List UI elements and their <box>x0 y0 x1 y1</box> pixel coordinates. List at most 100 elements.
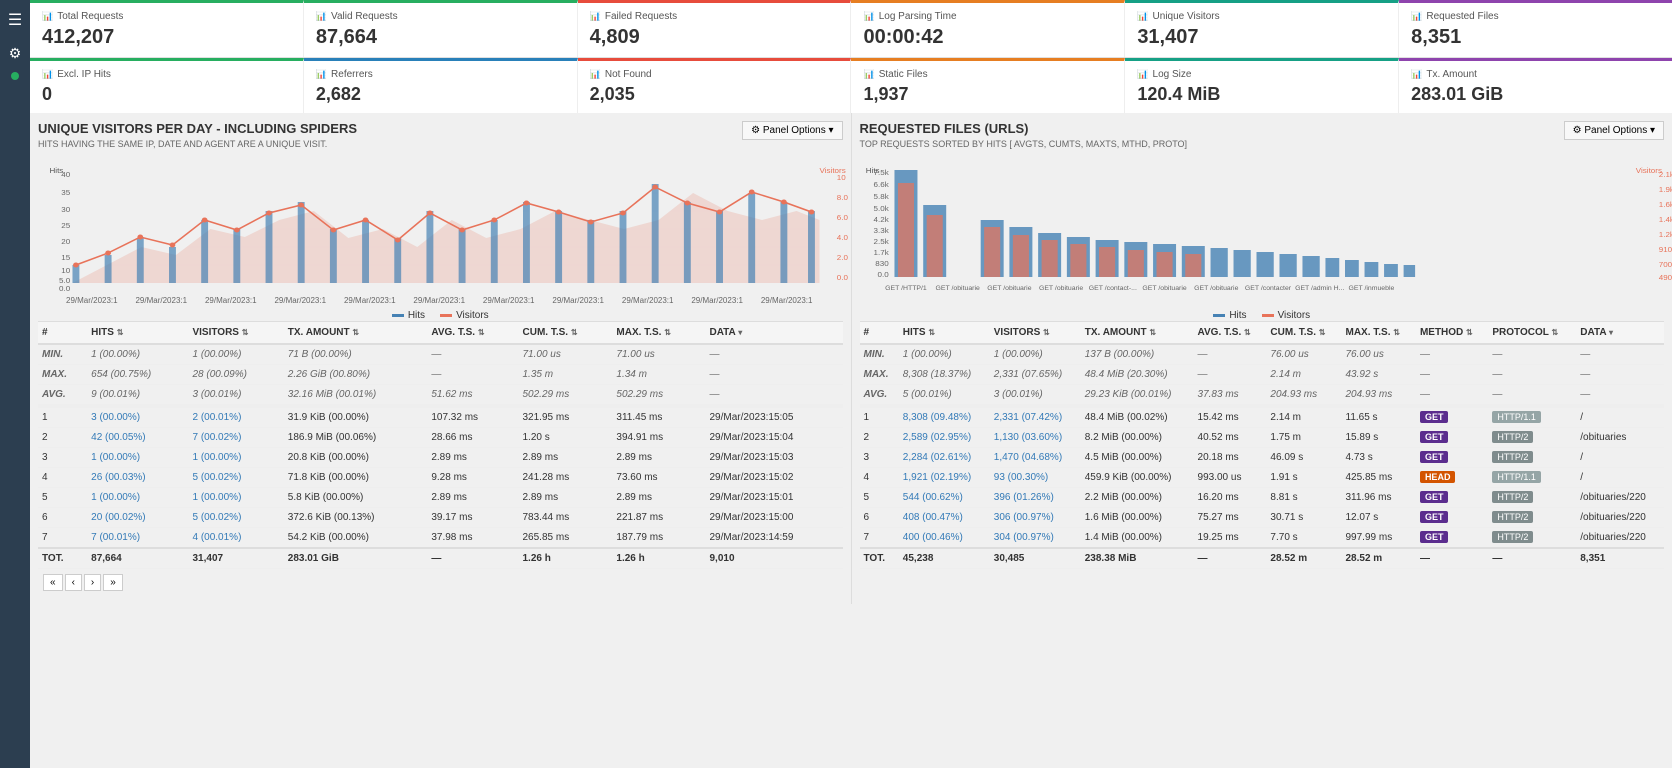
content-area: UNIQUE VISITORS PER DAY - INCLUDING SPID… <box>30 113 1672 604</box>
svg-text:4.2k: 4.2k <box>873 216 888 224</box>
stat-card-not-found: 📊 Not Found2,035 <box>578 58 852 113</box>
visitors-max-row: MAX.654 (00.75%)28 (00.09%)2.26 GiB (00.… <box>38 365 843 385</box>
stat-card-valid-requests: 📊 Valid Requests87,664 <box>304 0 578 57</box>
hits-color <box>392 314 404 317</box>
main-content: 📊 Total Requests412,207📊 Valid Requests8… <box>30 0 1672 768</box>
stat-card-total-requests: 📊 Total Requests412,207 <box>30 0 304 57</box>
svg-text:0.0: 0.0 <box>837 274 848 282</box>
visitors-row-5: 51 (00.00%)1 (00.00%)5.8 KiB (00.00%)2.8… <box>38 488 843 508</box>
stat-card-excl.-ip-hits: 📊 Excl. IP Hits0 <box>30 58 304 113</box>
gear-icon[interactable]: ⚙ <box>9 45 22 62</box>
svg-text:1.7k: 1.7k <box>873 249 888 257</box>
files-row-6: 6408 (00.47%)306 (00.97%)1.6 MiB (00.00%… <box>860 508 1665 528</box>
svg-text:1.2k: 1.2k <box>1658 231 1672 239</box>
files-row-5: 5544 (00.62%)396 (01.26%)2.2 MiB (00.00%… <box>860 488 1665 508</box>
fcol-hash[interactable]: # <box>860 322 899 345</box>
visitors-pagination: « ‹ › » <box>38 569 843 596</box>
visitors-row-1: 13 (00.00%)2 (00.01%)31.9 KiB (00.00%)10… <box>38 408 843 428</box>
svg-text:15: 15 <box>61 254 70 262</box>
svg-text:490: 490 <box>1658 274 1671 282</box>
files-panel-options[interactable]: ⚙ Panel Options ▾ <box>1564 121 1664 140</box>
svg-text:GET /obituarie: GET /obituarie <box>1142 285 1187 291</box>
status-dot <box>11 72 19 80</box>
svg-text:2.5k: 2.5k <box>873 238 888 246</box>
visitors-row-7: 77 (00.01%)4 (00.01%)54.2 KiB (00.00%)37… <box>38 528 843 549</box>
visitors-row-2: 242 (00.05%)7 (00.02%)186.9 MiB (00.06%)… <box>38 428 843 448</box>
fcol-visitors[interactable]: VISITORS ⇅ <box>990 322 1081 345</box>
files-min-row: MIN.1 (00.00%)1 (00.00%)137 B (00.00%)—7… <box>860 344 1665 365</box>
stats-row-1: 📊 Total Requests412,207📊 Valid Requests8… <box>30 0 1672 58</box>
svg-text:1.9k: 1.9k <box>1658 186 1672 194</box>
col-hash[interactable]: # <box>38 322 87 345</box>
files-row-1: 18,308 (09.48%)2,331 (07.42%)48.4 MiB (0… <box>860 408 1665 428</box>
svg-text:GET /admin H...: GET /admin H... <box>1295 285 1344 291</box>
stat-card-unique-visitors: 📊 Unique Visitors31,407 <box>1125 0 1399 57</box>
svg-text:1.4k: 1.4k <box>1658 216 1672 224</box>
visitors-subtitle: HITS HAVING THE SAME IP, DATE AND AGENT … <box>38 139 357 149</box>
svg-text:1.6k: 1.6k <box>1658 201 1672 209</box>
hits-label: Hits <box>408 310 425 321</box>
fcol-protocol[interactable]: PROTOCOL ⇅ <box>1488 322 1576 345</box>
svg-text:830: 830 <box>875 260 888 268</box>
svg-text:GET /HTTP/1: GET /HTTP/1 <box>885 285 927 291</box>
files-table: # HITS ⇅ VISITORS ⇅ TX. AMOUNT ⇅ AVG. T.… <box>860 321 1665 569</box>
visitors-row-4: 426 (00.03%)5 (00.02%)71.8 KiB (00.00%)9… <box>38 468 843 488</box>
files-panel: REQUESTED FILES (URLS) TOP REQUESTS SORT… <box>852 113 1672 604</box>
next-page-btn[interactable]: › <box>84 574 101 591</box>
fcol-tx-amount[interactable]: TX. AMOUNT ⇅ <box>1081 322 1194 345</box>
svg-text:GET /obituarie: GET /obituarie <box>1038 285 1083 291</box>
fcol-hits[interactable]: HITS ⇅ <box>899 322 990 345</box>
svg-text:Hits: Hits <box>865 167 879 175</box>
fcol-avg-ts[interactable]: AVG. T.S. ⇅ <box>1194 322 1267 345</box>
svg-text:10: 10 <box>61 267 70 275</box>
svg-text:25: 25 <box>61 222 70 230</box>
svg-text:910: 910 <box>1658 246 1671 254</box>
col-data[interactable]: DATA ▾ <box>705 322 842 345</box>
svg-text:6.6k: 6.6k <box>873 181 888 189</box>
svg-text:6.0: 6.0 <box>837 214 848 222</box>
svg-text:0.0: 0.0 <box>59 285 70 293</box>
first-page-btn[interactable]: « <box>43 574 63 591</box>
visitors-panel-options[interactable]: ⚙ Panel Options ▾ <box>742 121 842 140</box>
stat-card-log-size: 📊 Log Size120.4 MiB <box>1125 58 1399 113</box>
svg-text:30: 30 <box>61 206 70 214</box>
fcol-cum-ts[interactable]: CUM. T.S. ⇅ <box>1266 322 1341 345</box>
fcol-data[interactable]: DATA ▾ <box>1576 322 1664 345</box>
files-row-3: 32,284 (02.61%)1,470 (04.68%)4.5 MiB (00… <box>860 448 1665 468</box>
visitors-title: UNIQUE VISITORS PER DAY - INCLUDING SPID… <box>38 121 357 136</box>
last-page-btn[interactable]: » <box>103 574 123 591</box>
svg-text:20: 20 <box>61 238 70 246</box>
svg-text:5.8k: 5.8k <box>873 193 888 201</box>
visitors-row-3: 31 (00.00%)1 (00.00%)20.8 KiB (00.00%)2.… <box>38 448 843 468</box>
files-row-2: 22,589 (02.95%)1,130 (03.60%)8.2 MiB (00… <box>860 428 1665 448</box>
col-tx-amount[interactable]: TX. AMOUNT ⇅ <box>284 322 428 345</box>
col-max-ts[interactable]: MAX. T.S. ⇅ <box>612 322 705 345</box>
files-avg-row: AVG.5 (00.01%)3 (00.01%)29.23 KiB (00.01… <box>860 385 1665 405</box>
hits-legend: Hits <box>392 310 425 321</box>
col-visitors[interactable]: VISITORS ⇅ <box>188 322 283 345</box>
stat-card-failed-requests: 📊 Failed Requests4,809 <box>578 0 852 57</box>
svg-text:Visitors: Visitors <box>820 167 846 175</box>
fcol-method[interactable]: METHOD ⇅ <box>1416 322 1488 345</box>
col-hits[interactable]: HITS ⇅ <box>87 322 188 345</box>
svg-text:GET /obituarie: GET /obituarie <box>1194 285 1239 291</box>
hamburger-icon[interactable]: ☰ <box>8 10 22 30</box>
svg-text:GET /contacter: GET /contacter <box>1244 285 1291 291</box>
svg-text:GET /inmueble: GET /inmueble <box>1348 285 1394 291</box>
prev-page-btn[interactable]: ‹ <box>65 574 82 591</box>
chart-legend: Hits Visitors <box>38 310 843 321</box>
files-row-7: 7400 (00.46%)304 (00.97%)1.4 MiB (00.00%… <box>860 528 1665 549</box>
col-avg-ts[interactable]: AVG. T.S. ⇅ <box>427 322 518 345</box>
stat-card-static-files: 📊 Static Files1,937 <box>851 58 1125 113</box>
col-cum-ts[interactable]: CUM. T.S. ⇅ <box>519 322 613 345</box>
files-visitors-color <box>1262 314 1274 317</box>
svg-text:3.3k: 3.3k <box>873 227 888 235</box>
fcol-max-ts[interactable]: MAX. T.S. ⇅ <box>1342 322 1416 345</box>
visitors-avg-row: AVG.9 (00.01%)3 (00.01%)32.16 MiB (00.01… <box>38 385 843 405</box>
files-total-row: TOT.45,23830,485238.38 MiB—28.52 m28.52 … <box>860 548 1665 569</box>
sidebar: ☰ ⚙ <box>0 0 30 768</box>
files-visitors-label: Visitors <box>1278 310 1311 321</box>
stats-panel: 📊 Total Requests412,207📊 Valid Requests8… <box>30 0 1672 113</box>
svg-text:GET /contact-...: GET /contact-... <box>1088 285 1136 291</box>
svg-text:Hits: Hits <box>49 167 63 175</box>
